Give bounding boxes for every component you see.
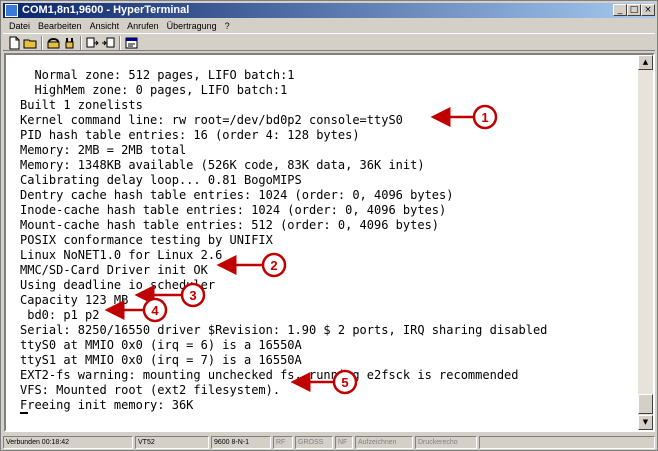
- terminal-line: VFS: Mounted root (ext2 filesystem).: [20, 383, 281, 397]
- toolbar: [3, 33, 655, 51]
- status-nf: NF: [335, 436, 353, 449]
- menu-help[interactable]: ?: [225, 21, 230, 31]
- status-port-settings: 9600 8-N-1: [211, 436, 271, 449]
- status-emulation: VT52: [135, 436, 209, 449]
- terminal-line: Memory: 2MB = 2MB total: [20, 143, 187, 157]
- terminal-line: EXT2-fs warning: mounting unchecked fs, …: [20, 368, 519, 382]
- terminal-line: Built 1 zonelists: [20, 98, 143, 112]
- terminal-output[interactable]: Normal zone: 512 pages, LIFO batch:1 Hig…: [6, 55, 646, 430]
- open-folder-icon[interactable]: [23, 36, 38, 50]
- terminal-line: Calibrating delay loop... 0.81 BogoMIPS: [20, 173, 302, 187]
- menu-bar: Datei Bearbeiten Ansicht Anrufen Übertra…: [3, 18, 655, 33]
- close-button[interactable]: ×: [641, 4, 655, 16]
- receive-file-icon[interactable]: [101, 36, 116, 50]
- terminal-line: HighMem zone: 0 pages, LIFO batch:1: [20, 83, 288, 97]
- terminal-line: Memory: 1348KB available (526K code, 83K…: [20, 158, 425, 172]
- toolbar-separator: [119, 36, 121, 50]
- terminal-line: Dentry cache hash table entries: 1024 (o…: [20, 188, 454, 202]
- hyperterminal-app-icon[interactable]: [5, 4, 18, 17]
- terminal-line: Inode-cache hash table entries: 1024 (or…: [20, 203, 447, 217]
- terminal-line: MMC/SD-Card Driver init OK: [20, 263, 208, 277]
- toolbar-separator: [41, 36, 43, 50]
- hyperterminal-window: COM1,8n1,9600 - HyperTerminal _ □ × Date…: [0, 0, 658, 451]
- terminal-line: PID hash table entries: 16 (order 4: 128…: [20, 128, 360, 142]
- terminal-line: ttyS1 at MMIO 0x0 (irq = 7) is a 16550A: [20, 353, 302, 367]
- vertical-scrollbar[interactable]: ▲ ▼: [638, 55, 653, 430]
- window-title: COM1,8n1,9600 - HyperTerminal: [22, 4, 190, 16]
- terminal-line: bd0: p1 p2: [20, 308, 100, 322]
- terminal-line: Normal zone: 512 pages, LIFO batch:1: [20, 68, 295, 82]
- terminal-line: ttyS0 at MMIO 0x0 (irq = 6) is a 16550A: [20, 338, 302, 352]
- menu-anrufen[interactable]: Anrufen: [127, 21, 159, 31]
- disconnect-phone-icon[interactable]: [62, 36, 77, 50]
- scroll-up-arrow-icon[interactable]: ▲: [638, 55, 653, 70]
- menu-ansicht[interactable]: Ansicht: [90, 21, 120, 31]
- menu-datei[interactable]: Datei: [9, 21, 30, 31]
- menu-uebertragung[interactable]: Übertragung: [167, 21, 217, 31]
- menu-bearbeiten[interactable]: Bearbeiten: [38, 21, 82, 31]
- scroll-down-arrow-icon[interactable]: ▼: [638, 415, 653, 430]
- status-bar: Verbunden 00:18:42 VT52 9600 8-N-1 RF GR…: [3, 435, 655, 450]
- status-capture: Aufzeichnen: [355, 436, 413, 449]
- status-gross: GROSS: [295, 436, 333, 449]
- toolbar-separator: [80, 36, 82, 50]
- status-printer-echo: Druckerecho: [415, 436, 477, 449]
- title-bar[interactable]: COM1,8n1,9600 - HyperTerminal _ □ ×: [3, 3, 655, 18]
- status-connection-time: Verbunden 00:18:42: [3, 436, 133, 449]
- text-cursor: [20, 412, 28, 414]
- terminal-line: Kernel command line: rw root=/dev/bd0p2 …: [20, 113, 403, 127]
- terminal-line: Capacity 123 MB: [20, 293, 129, 307]
- properties-icon[interactable]: [124, 36, 139, 50]
- terminal-line: Serial: 8250/16550 driver $Revision: 1.9…: [20, 323, 548, 337]
- maximize-button[interactable]: □: [627, 4, 641, 16]
- terminal-line: Mount-cache hash table entries: 512 (ord…: [20, 218, 440, 232]
- terminal-line: Linux NoNET1.0 for Linux 2.6: [20, 248, 223, 262]
- status-empty: [479, 436, 655, 449]
- terminal-frame: Normal zone: 512 pages, LIFO batch:1 Hig…: [4, 53, 655, 432]
- new-document-icon[interactable]: [7, 36, 22, 50]
- minimize-button[interactable]: _: [613, 4, 627, 16]
- terminal-line: Freeing init memory: 36K: [20, 398, 194, 412]
- terminal-line: Using deadline io scheduler: [20, 278, 216, 292]
- connect-phone-icon[interactable]: [46, 36, 61, 50]
- scroll-thumb[interactable]: [638, 394, 653, 414]
- status-rf: RF: [273, 436, 293, 449]
- terminal-line: POSIX conformance testing by UNIFIX: [20, 233, 273, 247]
- send-file-icon[interactable]: [85, 36, 100, 50]
